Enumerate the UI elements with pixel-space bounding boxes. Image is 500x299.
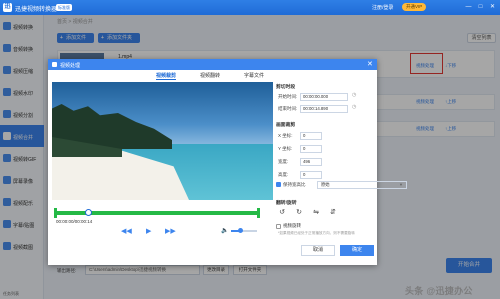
trim-end-handle[interactable] — [257, 208, 260, 218]
watermark: 头条 @迅捷办公 — [405, 286, 473, 296]
start-time-label: 开始时间: — [278, 94, 298, 99]
segment-section-title: 剪切时段 — [276, 85, 296, 90]
keep-ratio-label: 保持宽高比 — [283, 182, 306, 187]
vip-button[interactable]: 开通VIP — [402, 3, 427, 11]
end-time-input[interactable]: 00:00:14.890 — [300, 105, 348, 113]
dialog-header: 视频处理 ✕ — [48, 59, 377, 70]
ratio-select[interactable]: 原始 ▼ — [317, 181, 407, 189]
play-icon[interactable]: ▶ — [146, 227, 151, 235]
tab-subtitle[interactable]: 字幕文件 — [244, 72, 264, 79]
title-bar: 迅 迅捷视频转换器 标准版 注册/登录 开通VIP — □ ✕ — [0, 0, 500, 15]
height-label: 高度: — [278, 172, 289, 177]
flip-horizontal-icon[interactable]: ⇋ — [311, 208, 321, 218]
width-input[interactable]: 496 — [300, 158, 322, 166]
rotate-note: *如果视频已经处于正常播放方向，则不需要旋转 — [278, 231, 355, 235]
crop-section-title: 画面裁剪 — [276, 123, 296, 128]
login-link[interactable]: 注册/登录 — [372, 4, 393, 11]
chevron-down-icon: ▼ — [399, 182, 403, 187]
x-coord-input[interactable]: 0 — [300, 132, 322, 140]
clock-icon[interactable]: ◷ — [352, 104, 356, 110]
app-title: 迅捷视频转换器 — [15, 7, 58, 13]
rotate-right-icon[interactable]: ↻ — [294, 208, 304, 218]
tab-crop[interactable]: 视频裁剪 — [156, 72, 177, 80]
ratio-select-value: 原始 — [321, 182, 330, 187]
dialog-close-icon[interactable]: ✕ — [367, 60, 373, 68]
rotate-video-checkbox[interactable] — [276, 224, 281, 229]
edition-badge: 标准版 — [56, 4, 72, 11]
rotate-left-icon[interactable]: ↺ — [277, 208, 287, 218]
playhead-knob[interactable] — [85, 209, 92, 216]
volume-icon[interactable]: 🔈 — [221, 227, 228, 234]
ok-button[interactable]: 确定 — [340, 245, 374, 256]
video-edit-dialog: 视频处理 ✕ 视频裁剪 视频翻转 字幕文件 00:00:00/00:00:14 … — [48, 59, 407, 265]
keep-ratio-checkbox[interactable] — [276, 182, 281, 187]
x-coord-label: X 坐标: — [278, 133, 293, 138]
rotate-section-title: 翻转/旋转 — [276, 201, 297, 206]
app-logo-icon: 迅 — [3, 3, 12, 12]
width-label: 宽度: — [278, 159, 289, 164]
dialog-icon — [52, 62, 57, 67]
cancel-button[interactable]: 取消 — [301, 245, 335, 256]
minimize-icon[interactable]: — — [464, 2, 473, 12]
dialog-title: 视频处理 — [60, 63, 81, 69]
volume-knob[interactable] — [238, 228, 243, 233]
fast-forward-icon[interactable]: ▶▶ — [165, 227, 176, 235]
y-coord-label: Y 坐标: — [278, 146, 293, 151]
time-readout: 00:00:00/00:00:14 — [56, 219, 93, 224]
height-input[interactable]: 0 — [300, 171, 322, 179]
flip-vertical-icon[interactable]: ⇵ — [328, 208, 338, 218]
rotate-video-label: 视频旋转 — [283, 223, 301, 228]
video-preview[interactable] — [52, 82, 273, 200]
clock-icon[interactable]: ◷ — [352, 92, 356, 98]
maximize-icon[interactable]: □ — [476, 2, 485, 12]
tab-flip[interactable]: 视频翻转 — [200, 72, 220, 79]
start-time-input[interactable]: 00:00:00.000 — [300, 93, 348, 101]
rewind-icon[interactable]: ◀◀ — [121, 227, 132, 235]
close-icon[interactable]: ✕ — [488, 2, 497, 12]
trim-start-handle[interactable] — [54, 208, 57, 218]
y-coord-input[interactable]: 0 — [300, 145, 322, 153]
end-time-label: 结束时间: — [278, 106, 298, 111]
